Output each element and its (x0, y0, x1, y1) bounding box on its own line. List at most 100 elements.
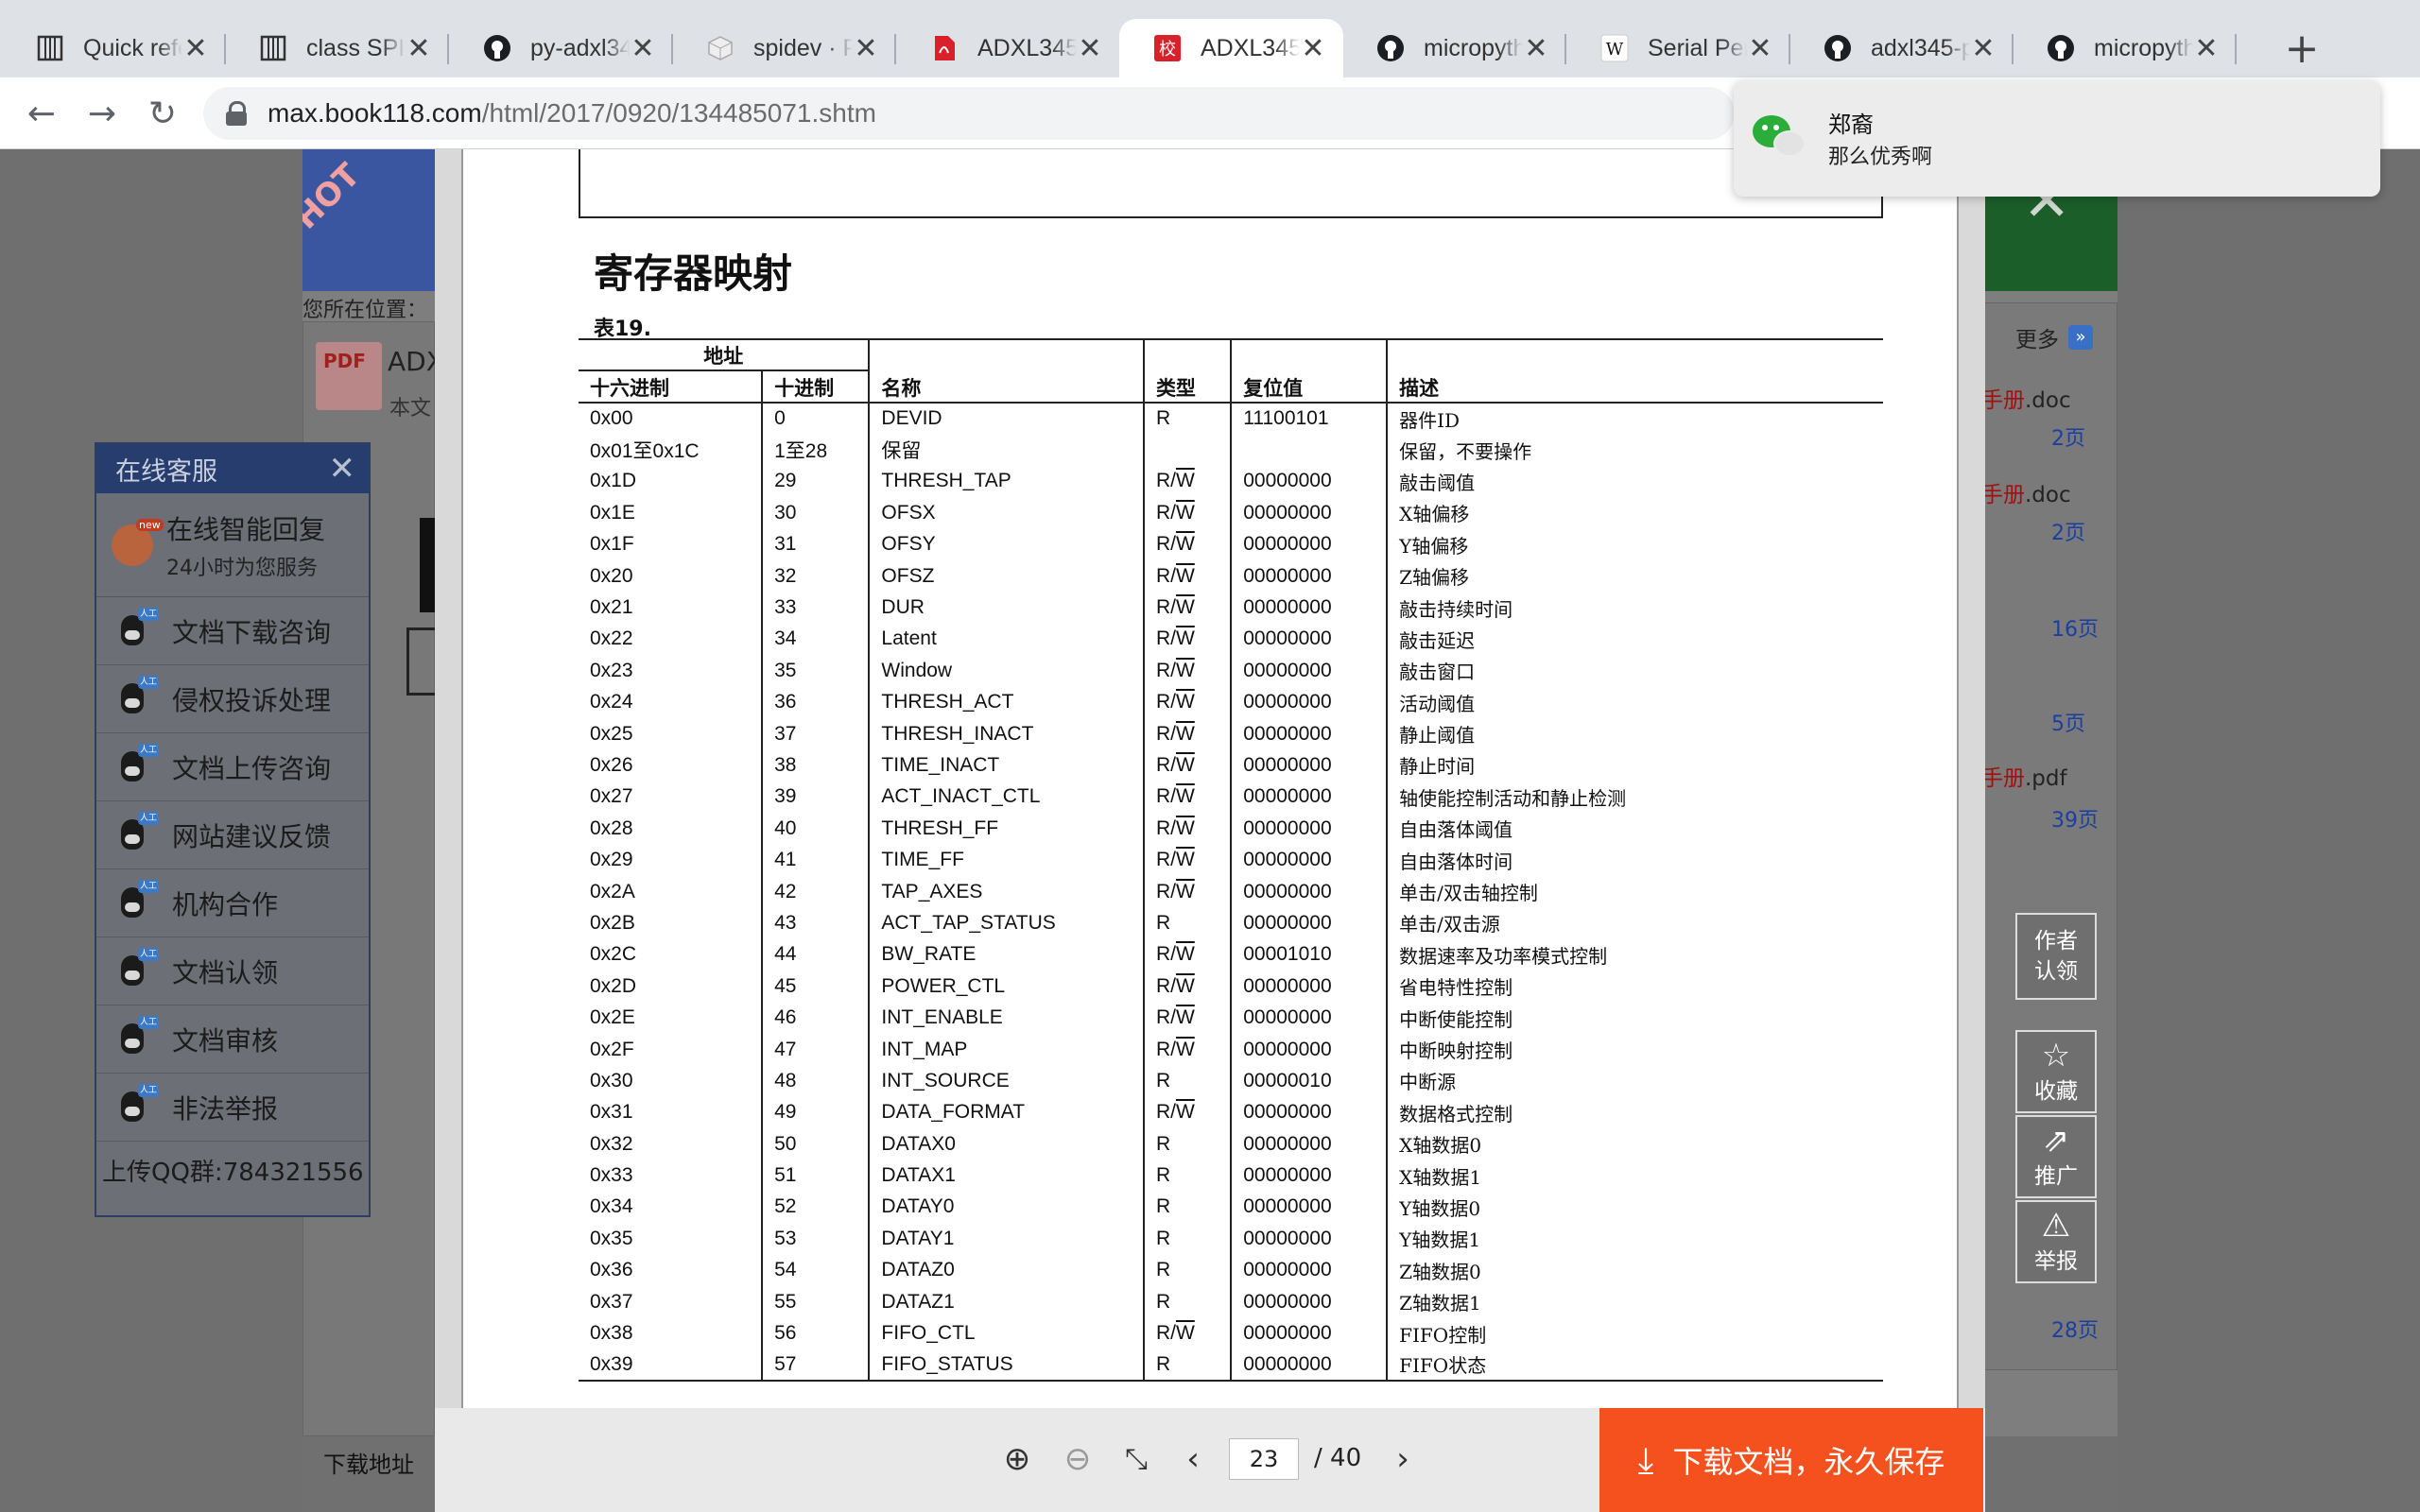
cell-reset: 00000000 (1231, 1285, 1389, 1318)
more-link[interactable]: 更多 » (2015, 321, 2093, 353)
cell-dec: 32 (762, 559, 871, 593)
type-w: W (1175, 880, 1195, 902)
tab-title: micropython (1424, 34, 1523, 61)
cell-reset: 00000000 (1231, 907, 1389, 939)
service-item[interactable]: 人工 网站建议反馈 (96, 801, 369, 869)
cell-desc: 自由落体阈值 (1399, 818, 1513, 842)
cell-reset: 00001010 (1231, 938, 1389, 971)
tab[interactable]: spidev · PyPI✕ (672, 19, 896, 77)
report-button[interactable]: ⚠ 举报 (2015, 1200, 2097, 1283)
next-page-icon[interactable]: › (1382, 1438, 1424, 1480)
cell-type: R/W (1143, 592, 1233, 624)
related-doc-link[interactable]: 手册.doc (1981, 476, 2071, 508)
prev-page-icon[interactable]: ‹ (1172, 1438, 1214, 1480)
close-icon[interactable]: ✕ (1523, 32, 1549, 65)
close-icon[interactable]: ✕ (406, 32, 432, 65)
table-row: 0x21 33 DUR R/W 00000000 敲击持续时间 (579, 592, 1883, 624)
cell-dec: 31 (762, 528, 871, 560)
service-item-label: 文档认领 (172, 956, 279, 988)
close-icon[interactable]: ✕ (1747, 32, 1773, 65)
service-item[interactable]: 人工 侵权投诉处理 (96, 665, 369, 733)
tab[interactable]: micropython✕ (1342, 19, 1566, 77)
cell-dec: 49 (762, 1096, 871, 1128)
cell-name: DATAY0 (869, 1191, 1145, 1224)
close-icon[interactable]: ✕ (853, 32, 879, 65)
close-icon[interactable]: ✕ (1970, 32, 1996, 65)
service-item-label: 机构合作 (172, 888, 279, 920)
tab[interactable]: 校 ADXL345 ✕ (1119, 19, 1343, 77)
related-doc-ext: .pdf (2025, 766, 2067, 791)
blank-header (869, 338, 1145, 370)
tab[interactable]: class SPI ✕ (225, 19, 449, 77)
zoom-in-icon[interactable]: ⊕ (996, 1438, 1038, 1480)
service-item[interactable]: 人工 机构合作 (96, 869, 369, 937)
service-item[interactable]: 人工 文档认领 (96, 937, 369, 1005)
service-item[interactable]: 人工 文档审核 (96, 1005, 369, 1074)
close-icon[interactable]: ✕ (1300, 32, 1326, 65)
tab[interactable]: py-adxl345✕ (449, 19, 673, 77)
cell-reset: 00000000 (1231, 749, 1389, 782)
tab[interactable]: ADXL345 ✕ (896, 19, 1120, 77)
tab[interactable]: Quick reference✕ (2, 19, 226, 77)
fit-page-icon[interactable]: ⤡ (1115, 1438, 1157, 1480)
download-button[interactable]: ⤓ 下载文档，永久保存 (1599, 1408, 1983, 1512)
cell-desc: 中断使能控制 (1399, 1007, 1513, 1031)
cell-dec: 52 (762, 1191, 871, 1224)
lock-icon[interactable] (226, 101, 247, 126)
close-icon[interactable]: ✕ (1077, 32, 1103, 65)
download-icon: ⤓ (1637, 1438, 1654, 1481)
close-icon[interactable]: ✕ (2193, 32, 2220, 65)
related-doc-link[interactable]: 手册.pdf (1981, 760, 2067, 792)
table-row: 0x32 50 DATAX0 R 00000000 X轴数据0 (579, 1127, 1883, 1160)
table-row: 0x20 32 OFSZ R/W 00000000 Z轴偏移 (579, 559, 1883, 593)
cell-reset: 00000000 (1231, 1033, 1389, 1066)
tab[interactable]: W Serial Peripheral✕ (1566, 19, 1790, 77)
forward-button[interactable]: → (79, 91, 125, 136)
notification-message: 那么优秀啊 (1828, 146, 1933, 169)
cell-dec: 34 (762, 623, 871, 656)
service-item[interactable]: 人工 文档下载咨询 (96, 597, 369, 665)
url-path: /html/2017/0920/134485071.shtm (481, 98, 876, 128)
cell-hex: 0x39 (579, 1349, 764, 1383)
cell-dec: 50 (762, 1127, 871, 1160)
related-doc-link[interactable]: 手册.doc (1981, 382, 2071, 414)
smart-reply-item[interactable]: 在线智能回复 24小时为您服务 (96, 493, 369, 597)
table-row: 0x24 36 THRESH_ACT R/W 00000000 活动阈值 (579, 686, 1883, 718)
close-icon[interactable]: ✕ (329, 450, 356, 488)
reload-button[interactable]: ↻ (140, 91, 185, 136)
hot-banner: HOT (302, 149, 435, 291)
wechat-notification[interactable]: 郑裔 那么优秀啊 (1734, 81, 2380, 197)
qq-icon: 人工 (117, 675, 159, 717)
robot-avatar-icon (112, 518, 164, 566)
new-tab-button[interactable]: + (2278, 25, 2325, 73)
share-button[interactable]: ⇗ 推广 (2015, 1115, 2097, 1198)
related-doc-name: 手册 (1981, 388, 2025, 413)
table-row: 0x01至0x1C 1至28 保留 保留，不要操作 (579, 434, 1883, 466)
cell-dec: 42 (762, 875, 871, 908)
cell-name: ACT_TAP_STATUS (869, 907, 1145, 939)
wechat-icon (1753, 110, 1807, 164)
cell-hex: 0x1F (579, 528, 764, 560)
back-button[interactable]: ← (19, 91, 64, 136)
service-item[interactable]: 人工 文档上传咨询 (96, 733, 369, 801)
address-bar[interactable]: max.book118.com/html/2017/0920/134485071… (203, 87, 1735, 140)
cell-hex: 0x21 (579, 592, 764, 624)
service-item[interactable]: 人工 非法举报 (96, 1074, 369, 1142)
close-icon[interactable]: ✕ (182, 32, 209, 65)
favorite-button[interactable]: ☆ 收藏 (2015, 1030, 2097, 1113)
tab[interactable]: micropython✕ (2013, 19, 2237, 77)
zoom-out-icon[interactable]: ⊖ (1057, 1438, 1098, 1480)
cell-reset: 00000000 (1231, 1317, 1389, 1349)
cell-desc: 轴使能控制活动和静止检测 (1399, 786, 1627, 810)
close-icon[interactable]: ✕ (630, 32, 656, 65)
page-number-input[interactable]: 23 (1229, 1438, 1299, 1480)
cell-dec: 36 (762, 686, 871, 718)
cell-type: R/W (1143, 844, 1233, 876)
tab[interactable]: adxl345-python✕ (1789, 19, 2014, 77)
cell-hex: 0x26 (579, 749, 764, 782)
cell-desc: Z轴数据0 (1399, 1260, 1481, 1283)
cell-reset: 00000000 (1231, 655, 1389, 687)
chevron-right-icon: » (2068, 325, 2093, 350)
claim-author-button[interactable]: 作者 认领 (2015, 913, 2097, 1000)
hex-header: 十六进制 (579, 370, 764, 404)
